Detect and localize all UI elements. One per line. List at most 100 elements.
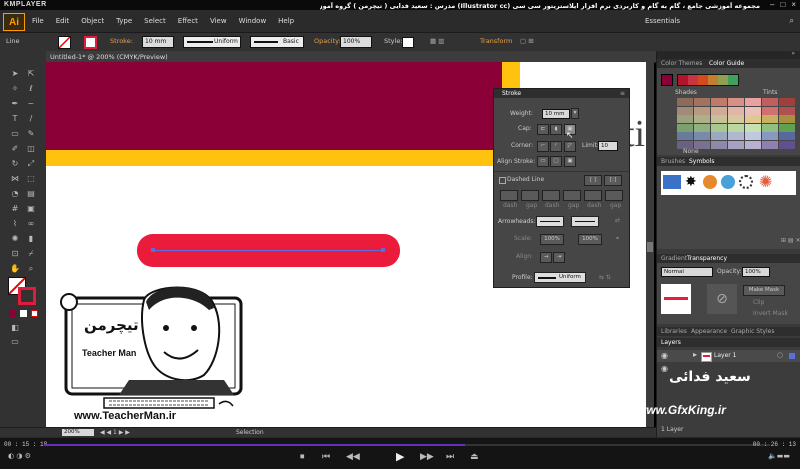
variation-swatch[interactable]	[694, 115, 710, 123]
rectangle-tool-icon[interactable]: ▭	[10, 129, 20, 139]
weight-dropdown-icon[interactable]: ▾	[571, 108, 579, 119]
menu-window[interactable]: Window	[239, 17, 267, 25]
variation-swatch[interactable]	[762, 132, 778, 140]
variation-swatch[interactable]	[711, 140, 727, 149]
variation-swatch[interactable]	[745, 140, 761, 149]
expand-triangle-icon[interactable]: ▸	[693, 350, 697, 359]
base-color-swatch[interactable]	[661, 74, 673, 86]
scale-tool-icon[interactable]: ⤢	[26, 159, 36, 169]
variation-swatch[interactable]	[677, 132, 693, 140]
none-mode-icon[interactable]	[31, 310, 38, 317]
variation-swatch[interactable]	[779, 98, 795, 106]
menu-file[interactable]: File	[32, 17, 44, 25]
harmony-color-swatch[interactable]	[728, 75, 738, 85]
rewind-button[interactable]: ◀◀	[346, 452, 360, 462]
symbol-item[interactable]	[703, 175, 717, 189]
flip-profile-icons[interactable]: ⇆ ⇅	[599, 274, 611, 281]
round-cap-button[interactable]: ◖	[550, 124, 562, 135]
yellow-corner[interactable]	[502, 62, 520, 90]
gap-field-3[interactable]	[605, 190, 623, 201]
bevel-join-button[interactable]: ◸	[564, 141, 576, 152]
variation-swatch[interactable]	[762, 140, 778, 149]
symbol-item[interactable]	[739, 175, 753, 189]
yellow-band[interactable]	[46, 150, 520, 166]
gradient-mode-icon[interactable]	[20, 310, 27, 317]
shaper-tool-icon[interactable]: ✐	[10, 144, 20, 154]
variation-swatch[interactable]	[711, 106, 727, 115]
fill-swatch[interactable]	[58, 36, 71, 49]
menu-help[interactable]: Help	[278, 17, 294, 25]
variation-swatch[interactable]	[711, 123, 727, 132]
gap-field-2[interactable]	[563, 190, 581, 201]
variation-swatch[interactable]	[694, 106, 710, 115]
variation-swatch[interactable]	[779, 132, 795, 140]
screen-mode-icon[interactable]: ▭	[10, 337, 20, 347]
invert-mask-checkbox[interactable]: Invert Mask	[753, 310, 788, 317]
paintbrush-icon[interactable]: ✎	[26, 129, 36, 139]
variation-swatch[interactable]	[694, 98, 710, 106]
menu-effect[interactable]: Effect	[178, 17, 198, 25]
stroke-color-swatch[interactable]	[18, 287, 36, 305]
seek-bar[interactable]	[44, 444, 770, 446]
mesh-tool-icon[interactable]: #	[10, 204, 20, 214]
gradient-tool-icon[interactable]: ▣	[26, 204, 36, 214]
harmony-color-swatch[interactable]	[688, 75, 698, 85]
variation-swatch[interactable]	[677, 123, 693, 132]
symbol-sprayer-icon[interactable]: ✺	[10, 234, 20, 244]
visibility-eye-icon[interactable]: ◉	[661, 364, 668, 373]
stroke-weight-input[interactable]: 10 mm	[142, 36, 174, 48]
variation-swatch[interactable]	[762, 98, 778, 106]
perspective-grid-icon[interactable]: ▤	[26, 189, 36, 199]
variation-swatch[interactable]	[677, 98, 693, 106]
harmony-color-swatch[interactable]	[698, 75, 708, 85]
color-mode-icon[interactable]	[9, 310, 16, 317]
dash-field-1[interactable]	[500, 190, 518, 201]
tab-transparency[interactable]: Transparency	[687, 255, 727, 262]
slice-tool-icon[interactable]: ⌿	[26, 249, 36, 259]
playlist-icons[interactable]: ◐ ◑ ⚙	[8, 452, 31, 460]
layer-row[interactable]: ◉ ▸ Layer 1 ○	[657, 350, 800, 362]
workspace-switcher[interactable]: Essentials	[645, 17, 680, 25]
brush-definition[interactable]: Basic	[250, 36, 304, 48]
profile-select[interactable]: Uniform	[534, 272, 586, 283]
make-mask-button[interactable]: Make Mask	[743, 285, 785, 296]
align-outside-button[interactable]: ▣	[564, 156, 576, 167]
hand-tool-icon[interactable]: ✋	[10, 264, 20, 274]
variation-swatch[interactable]	[745, 132, 761, 140]
scroll-thumb[interactable]	[647, 242, 653, 252]
end-arrowhead-select[interactable]	[571, 216, 599, 227]
eyedropper-icon[interactable]: ⌇	[10, 219, 20, 229]
width-tool-icon[interactable]: ⋈	[10, 174, 20, 184]
variation-swatch[interactable]	[779, 106, 795, 115]
variation-swatch[interactable]	[694, 132, 710, 140]
panel-menu-icon[interactable]: ≡	[620, 90, 625, 97]
variation-swatch[interactable]	[745, 115, 761, 123]
tab-libraries[interactable]: Libraries	[661, 328, 687, 335]
tab-appearance[interactable]: Appearance	[691, 328, 727, 335]
symbol-item[interactable]	[663, 175, 681, 189]
symbol-item[interactable]: ✺	[759, 173, 777, 191]
dashed-checkbox[interactable]	[499, 177, 506, 184]
end-scale-input[interactable]: 100%	[578, 234, 602, 245]
free-transform-icon[interactable]: ⬚	[26, 174, 36, 184]
maximize-icon[interactable]: □	[780, 0, 785, 9]
tab-brushes[interactable]: Brushes	[661, 158, 685, 165]
stroke-swatch[interactable]	[84, 36, 97, 49]
burgundy-rectangle[interactable]	[46, 62, 502, 150]
harmony-color-swatch[interactable]	[708, 75, 718, 85]
search-icon[interactable]: ⌕	[790, 16, 794, 26]
next-button[interactable]: ⏭	[446, 452, 454, 462]
transparency-opacity-input[interactable]: 100%	[742, 267, 770, 277]
color-variation-grid[interactable]	[677, 98, 796, 150]
menu-type[interactable]: Type	[116, 17, 132, 25]
variation-swatch[interactable]	[745, 98, 761, 106]
variation-swatch[interactable]	[711, 98, 727, 106]
variation-swatch[interactable]	[711, 115, 727, 123]
variation-swatch[interactable]	[677, 106, 693, 115]
menu-select[interactable]: Select	[144, 17, 166, 25]
curvature-tool-icon[interactable]: ~	[26, 99, 36, 109]
dash-preserve-icon[interactable]: [:]	[604, 175, 622, 186]
tab-color-themes[interactable]: Color Themes	[661, 60, 702, 67]
vertical-scrollbar[interactable]	[646, 62, 654, 427]
variation-swatch[interactable]	[745, 106, 761, 115]
